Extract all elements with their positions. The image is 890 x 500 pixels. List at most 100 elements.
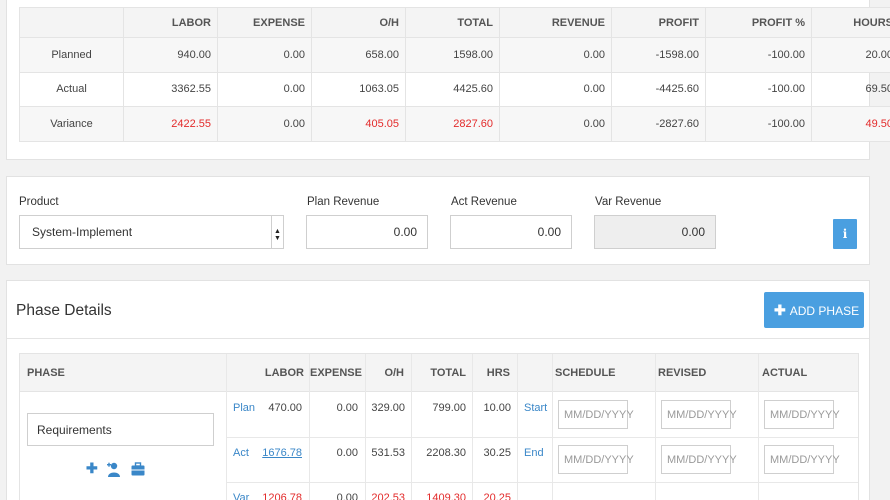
var-labor: 1206.78 (262, 492, 302, 500)
row-label: Actual (19, 71, 124, 107)
plan-revenue-label: Plan Revenue (307, 196, 380, 208)
summary-header-profit: PROFIT (611, 7, 706, 38)
schedule-start-input[interactable]: MM/DD/YYYY (558, 400, 634, 429)
plan-labor: 470.00 (268, 402, 302, 414)
summary-header-total: TOTAL (405, 7, 500, 38)
act-total: 2208.30 (426, 447, 466, 459)
column-divider (552, 354, 553, 500)
product-select[interactable]: System-Implement ▲ ▼ (19, 215, 284, 249)
column-divider (365, 354, 366, 500)
phase-details-panel: Phase Details ✚ ADD PHASE PHASE LABOR EXP… (6, 280, 870, 500)
profit-pct-cell: -100.00 (705, 106, 812, 142)
row-label: Planned (19, 37, 124, 73)
plan-expense: 0.00 (336, 402, 358, 414)
var-hrs: 20.25 (483, 492, 511, 500)
hours-cell: 69.50 (811, 71, 890, 107)
select-arrow-icon: ▲ ▼ (271, 216, 283, 248)
summary-header-row: LABOR EXPENSE O/H TOTAL REVENUE PROFIT P… (19, 7, 890, 38)
add-phase-button[interactable]: ✚ ADD PHASE (764, 292, 864, 328)
header-phase: PHASE (27, 367, 65, 379)
summary-header-hours: HOURS (811, 7, 890, 38)
plus-icon: ✚ (774, 302, 786, 318)
act-labor-link[interactable]: 1676.78 (246, 447, 302, 459)
revised-end-input[interactable]: MM/DD/YYYY (661, 445, 737, 474)
summary-header-oh: O/H (311, 7, 406, 38)
expense-cell: 0.00 (217, 106, 312, 142)
act-oh: 531.53 (371, 447, 405, 459)
column-divider (517, 354, 518, 500)
summary-panel: LABOR EXPENSE O/H TOTAL REVENUE PROFIT P… (6, 0, 890, 160)
summary-row-variance: Variance 2422.55 0.00 405.05 2827.60 0.0… (19, 106, 890, 142)
summary-header-profit-pct: PROFIT % (705, 7, 812, 38)
add-task-icon[interactable]: ✚ (86, 460, 98, 477)
row-divider (226, 437, 858, 438)
phase-table: PHASE LABOR EXPENSE O/H TOTAL HRS SCHEDU… (19, 353, 859, 500)
summary-header-blank (19, 7, 124, 38)
summary-table: LABOR EXPENSE O/H TOTAL REVENUE PROFIT P… (19, 7, 890, 142)
summary-header-labor: LABOR (123, 7, 218, 38)
column-divider (472, 354, 473, 500)
oh-cell: 1063.05 (311, 71, 406, 107)
header-actual: ACTUAL (762, 367, 808, 379)
revenue-cell: 0.00 (499, 106, 612, 142)
total-cell: 4425.60 (405, 71, 500, 107)
plan-oh: 329.00 (371, 402, 405, 414)
column-divider (758, 354, 759, 500)
revised-start-input[interactable]: MM/DD/YYYY (661, 400, 737, 429)
briefcase-icon[interactable] (131, 462, 145, 476)
phase-details-title: Phase Details (16, 302, 112, 319)
labor-cell: 3362.55 (123, 71, 218, 107)
hours-cell: 49.50 (811, 106, 890, 142)
column-divider (309, 354, 310, 500)
header-labor: LABOR (264, 367, 304, 379)
header-oh: O/H (384, 367, 404, 379)
var-oh: 202.53 (371, 492, 405, 500)
act-revenue-label: Act Revenue (451, 196, 517, 208)
actual-start-input[interactable]: MM/DD/YYYY (764, 400, 840, 429)
header-schedule: SCHEDULE (555, 367, 616, 379)
plan-revenue-input[interactable]: 0.00 (306, 215, 428, 249)
phase-name-input[interactable]: Requirements (27, 413, 214, 446)
actual-end-input[interactable]: MM/DD/YYYY (764, 445, 840, 474)
info-icon: i (842, 227, 848, 241)
row-label: Variance (19, 106, 124, 142)
act-hrs: 30.25 (483, 447, 511, 459)
summary-row-actual: Actual 3362.55 0.00 1063.05 4425.60 0.00… (19, 71, 890, 107)
profit-cell: -2827.60 (611, 106, 706, 142)
summary-header-expense: EXPENSE (217, 7, 312, 38)
profit-cell: -4425.60 (611, 71, 706, 107)
phase-table-header: PHASE LABOR EXPENSE O/H TOTAL HRS SCHEDU… (20, 354, 858, 392)
labor-cell: 2422.55 (123, 106, 218, 142)
var-revenue-label: Var Revenue (595, 196, 662, 208)
summary-row-planned: Planned 940.00 0.00 658.00 1598.00 0.00 … (19, 37, 890, 73)
column-divider (655, 354, 656, 500)
schedule-end-input[interactable]: MM/DD/YYYY (558, 445, 634, 474)
act-expense: 0.00 (336, 447, 358, 459)
header-total: TOTAL (430, 367, 466, 379)
start-tag: Start (524, 402, 548, 414)
expense-cell: 0.00 (217, 71, 312, 107)
total-cell: 2827.60 (405, 106, 500, 142)
oh-cell: 658.00 (311, 37, 406, 73)
info-button[interactable]: i (833, 219, 857, 249)
column-divider (411, 354, 412, 500)
labor-cell: 940.00 (123, 37, 218, 73)
summary-header-revenue: REVENUE (499, 7, 612, 38)
divider (7, 338, 869, 339)
row-divider (226, 482, 858, 483)
end-tag: End (524, 447, 544, 459)
product-label: Product (19, 196, 59, 208)
var-total: 1409.30 (426, 492, 466, 500)
revenue-cell: 0.00 (499, 71, 612, 107)
header-hrs: HRS (486, 367, 510, 379)
profit-pct-cell: -100.00 (705, 37, 812, 73)
oh-cell: 405.05 (311, 106, 406, 142)
add-resource-icon[interactable] (107, 462, 121, 477)
product-panel: Product System-Implement ▲ ▼ Plan Revenue… (6, 176, 870, 265)
header-revised: REVISED (658, 367, 707, 379)
profit-pct-cell: -100.00 (705, 71, 812, 107)
act-revenue-input[interactable]: 0.00 (450, 215, 572, 249)
plan-hrs: 10.00 (483, 402, 511, 414)
add-phase-label: ADD PHASE (789, 304, 860, 318)
product-select-value: System-Implement (32, 225, 133, 239)
